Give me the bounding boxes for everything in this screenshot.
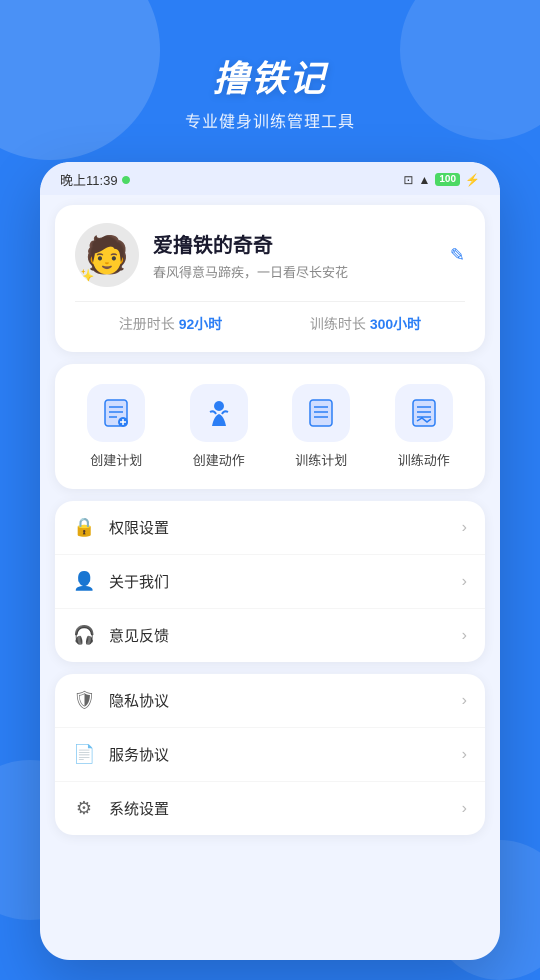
train-move-icon-bg (395, 384, 453, 442)
profile-name: 爱撸铁的奇奇 (153, 229, 450, 258)
about-arrow: › (462, 573, 467, 591)
menu-item-settings[interactable]: ⚙ 系统设置 › (55, 782, 485, 835)
stat-register: 注册时长 92小时 (119, 314, 222, 334)
feedback-arrow: › (462, 627, 467, 645)
create-move-icon (204, 398, 234, 428)
create-plan-icon-bg (87, 384, 145, 442)
profile-motto: 春风得意马蹄疾，一日看尽长安花 (153, 262, 450, 281)
privacy-icon: 🛡 (73, 690, 95, 711)
profile-top: 🧑 ✨ 爱撸铁的奇奇 春风得意马蹄疾，一日看尽长安花 ✎ (75, 223, 465, 287)
profile-info: 爱撸铁的奇奇 春风得意马蹄疾，一日看尽长安花 (153, 229, 450, 281)
action-create-move[interactable]: 创建动作 (190, 384, 248, 469)
settings-arrow: › (462, 800, 467, 818)
status-bar: 晚上11:39 ⊡ ▲ 100 ⚡ (40, 162, 500, 195)
app-subtitle: 专业健身训练管理工具 (185, 108, 355, 132)
create-plan-icon (101, 398, 131, 428)
about-icon: 👤 (73, 571, 95, 592)
battery-badge: 100 (435, 173, 460, 186)
profile-card: 🧑 ✨ 爱撸铁的奇奇 春风得意马蹄疾，一日看尽长安花 ✎ 注册时长 92小时 (55, 205, 485, 352)
action-train-move[interactable]: 训练动作 (395, 384, 453, 469)
permissions-label: 权限设置 (109, 517, 462, 538)
phone-mockup: 晚上11:39 ⊡ ▲ 100 ⚡ 🧑 ✨ 爱撸铁的奇奇 (40, 162, 500, 960)
menu-item-permissions[interactable]: 🔒 权限设置 › (55, 501, 485, 555)
menu-item-about[interactable]: 👤 关于我们 › (55, 555, 485, 609)
train-plan-icon (306, 398, 336, 428)
feedback-icon: 🎧 (73, 625, 95, 646)
train-label: 训练时长 (310, 316, 366, 332)
settings-label: 系统设置 (109, 798, 462, 819)
header: 撸铁记 专业健身训练管理工具 (185, 0, 355, 132)
avatar-container: 🧑 ✨ (75, 223, 139, 287)
edit-button[interactable]: ✎ (450, 245, 465, 266)
action-create-plan-label: 创建计划 (90, 450, 142, 469)
wifi-icon: ▲ (418, 173, 430, 187)
privacy-arrow: › (462, 692, 467, 710)
profile-stats: 注册时长 92小时 训练时长 300小时 (75, 301, 465, 334)
train-plan-icon-bg (292, 384, 350, 442)
service-icon: 📄 (73, 744, 95, 765)
menu-section-2: 🛡 隐私协议 › 📄 服务协议 › ⚙ 系统设置 › (55, 674, 485, 835)
action-train-plan-label: 训练计划 (295, 450, 347, 469)
register-value: 92小时 (179, 316, 223, 332)
menu-item-service[interactable]: 📄 服务协议 › (55, 728, 485, 782)
about-label: 关于我们 (109, 571, 462, 592)
time-text: 晚上11:39 (60, 170, 118, 189)
service-arrow: › (462, 746, 467, 764)
train-move-icon (409, 398, 439, 428)
register-label: 注册时长 (119, 316, 175, 332)
menu-item-feedback[interactable]: 🎧 意见反馈 › (55, 609, 485, 662)
menu-section-1: 🔒 权限设置 › 👤 关于我们 › 🎧 意见反馈 › (55, 501, 485, 662)
permissions-arrow: › (462, 519, 467, 537)
train-value: 300小时 (370, 316, 421, 332)
action-create-plan[interactable]: 创建计划 (87, 384, 145, 469)
service-label: 服务协议 (109, 744, 462, 765)
feedback-label: 意见反馈 (109, 625, 462, 646)
action-train-move-label: 训练动作 (398, 450, 450, 469)
privacy-label: 隐私协议 (109, 690, 462, 711)
status-dot (122, 176, 130, 184)
bolt-icon: ⚡ (465, 173, 480, 187)
lock-icon: 🔒 (73, 517, 95, 538)
status-icons: ⊡ ▲ 100 ⚡ (403, 173, 480, 187)
stat-train: 训练时长 300小时 (310, 314, 421, 334)
action-create-move-label: 创建动作 (193, 450, 245, 469)
app-title: 撸铁记 (185, 50, 355, 102)
create-move-icon-bg (190, 384, 248, 442)
menu-item-privacy[interactable]: 🛡 隐私协议 › (55, 674, 485, 728)
settings-icon: ⚙ (73, 798, 95, 819)
quick-actions: 创建计划 创建动作 (55, 364, 485, 489)
action-train-plan[interactable]: 训练计划 (292, 384, 350, 469)
page-wrapper: 撸铁记 专业健身训练管理工具 晚上11:39 ⊡ ▲ 100 ⚡ (0, 0, 540, 960)
status-time: 晚上11:39 (60, 170, 130, 189)
phone-content: 🧑 ✨ 爱撸铁的奇奇 春风得意马蹄疾，一日看尽长安花 ✎ 注册时长 92小时 (40, 195, 500, 855)
star-badge: ✨ (77, 268, 94, 285)
image-icon: ⊡ (403, 173, 413, 187)
